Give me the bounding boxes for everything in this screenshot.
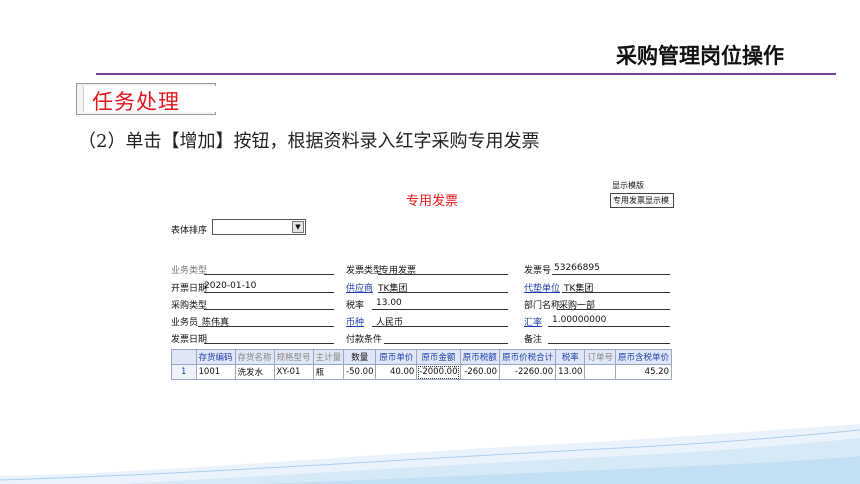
purchase-type-label: 采购类型 xyxy=(171,301,208,311)
tax-rate-label: 税率 xyxy=(346,301,365,311)
table-row[interactable]: 1 1001 洗发水 XY-01 瓶 -50.00 40.00 -2000.00… xyxy=(171,364,673,380)
invoice-type-label: 发票类型 xyxy=(346,266,383,276)
cell-tax[interactable]: -260.00 xyxy=(459,364,501,380)
supplier-label[interactable]: 供应商 xyxy=(346,281,373,294)
cell-tax-rate[interactable]: 13.00 xyxy=(555,364,586,380)
task-label-inner: 任务处理 xyxy=(83,86,216,114)
col-header-tax[interactable]: 原币税额 xyxy=(459,349,501,365)
remark-field[interactable] xyxy=(548,343,670,344)
cell-order-no[interactable] xyxy=(584,364,616,380)
exchange-rate-label[interactable]: 汇率 xyxy=(524,315,542,328)
cell-unit[interactable]: 瓶 xyxy=(312,364,345,380)
ship-date-label: 发票日期 xyxy=(171,335,208,345)
col-header-total[interactable]: 原币价税合计 xyxy=(499,349,557,365)
exchange-rate-value[interactable]: 1.00000000 xyxy=(552,315,606,325)
purchase-type-field[interactable] xyxy=(204,309,334,310)
payment-label: 付款条件 xyxy=(346,335,383,345)
payment-field[interactable] xyxy=(384,343,508,344)
invoice-no-field xyxy=(552,274,670,275)
sort-label: 表体排序 xyxy=(171,226,208,236)
issue-date-field xyxy=(204,292,334,293)
clerk-label: 业务员 xyxy=(171,318,199,328)
col-header-inv-name[interactable]: 存货名称 xyxy=(234,349,275,365)
title-divider xyxy=(96,73,836,75)
task-label-box: 任务处理 xyxy=(76,83,216,115)
cell-inv-code[interactable]: 1001 xyxy=(195,364,236,380)
currency-field xyxy=(372,326,508,327)
dept-label: 部门名称 xyxy=(524,301,561,311)
dept-field xyxy=(557,309,670,310)
task-label: 任务处理 xyxy=(92,90,180,114)
col-header-spec[interactable]: 规格型号 xyxy=(273,349,314,365)
invoice-lines-table: 存货编码 存货名称 规格型号 主计量 数量 原币单价 原币金额 原币税额 原币价… xyxy=(171,349,673,380)
col-header-amount[interactable]: 原币金额 xyxy=(416,349,461,365)
row-number[interactable]: 1 xyxy=(171,364,197,380)
instruction-text: （2）单击【增加】按钮，根据资料录入红字采购专用发票 xyxy=(78,131,540,152)
invoice-no-value[interactable]: 53266895 xyxy=(554,263,600,273)
decorative-wave xyxy=(0,424,860,484)
cell-qty[interactable]: -50.00 xyxy=(343,364,377,380)
cell-spec[interactable]: XY-01 xyxy=(273,364,314,380)
exchange-rate-field xyxy=(548,326,670,327)
cell-amount[interactable]: -2000.00 xyxy=(416,364,461,380)
issue-date-value[interactable]: 2020-01-10 xyxy=(204,281,256,291)
agent-label[interactable]: 代垫单位 xyxy=(524,281,560,294)
col-header-tax-incl-price[interactable]: 原币含税单价 xyxy=(614,349,673,365)
cell-tax-incl-price[interactable]: 45.20 xyxy=(614,364,673,380)
sort-select[interactable]: ▼ xyxy=(212,219,306,235)
supplier-field xyxy=(378,292,508,293)
invoice-type-field xyxy=(378,274,508,275)
tax-rate-value[interactable]: 13.00 xyxy=(376,298,402,308)
col-header-rownum xyxy=(171,349,197,365)
invoice-form: 专用发票 显示模版 专用发票显示模 表体排序 ▼ 业务类型 发票类型 专用发票 … xyxy=(166,178,674,388)
clerk-field xyxy=(198,326,334,327)
col-header-inv-code[interactable]: 存货编码 xyxy=(195,349,236,365)
tax-rate-field xyxy=(372,309,508,310)
biz-type-field[interactable] xyxy=(204,274,334,275)
agent-field xyxy=(562,292,670,293)
display-template-select[interactable]: 专用发票显示模 xyxy=(610,193,674,208)
display-template-label: 显示模版 xyxy=(612,181,644,190)
cell-unit-price[interactable]: 40.00 xyxy=(375,364,418,380)
col-header-qty[interactable]: 数量 xyxy=(343,349,377,365)
slide-title: 采购管理岗位操作 xyxy=(616,44,784,68)
biz-type-label: 业务类型 xyxy=(171,266,208,276)
form-title: 专用发票 xyxy=(406,194,459,209)
col-header-tax-rate[interactable]: 税率 xyxy=(555,349,586,365)
invoice-no-label: 发票号 xyxy=(524,266,552,276)
table-header-row: 存货编码 存货名称 规格型号 主计量 数量 原币单价 原币金额 原币税额 原币价… xyxy=(171,349,673,365)
cell-total[interactable]: -2260.00 xyxy=(499,364,557,380)
issue-date-label: 开票日期 xyxy=(171,284,208,294)
col-header-unit-price[interactable]: 原币单价 xyxy=(375,349,418,365)
remark-label: 备注 xyxy=(524,335,543,345)
ship-date-field[interactable] xyxy=(204,343,334,344)
col-header-unit[interactable]: 主计量 xyxy=(312,349,345,365)
col-header-order-no[interactable]: 订单号 xyxy=(584,349,616,365)
currency-label[interactable]: 币种 xyxy=(346,315,364,328)
cell-inv-name[interactable]: 洗发水 xyxy=(234,364,275,380)
chevron-down-icon[interactable]: ▼ xyxy=(292,221,304,233)
